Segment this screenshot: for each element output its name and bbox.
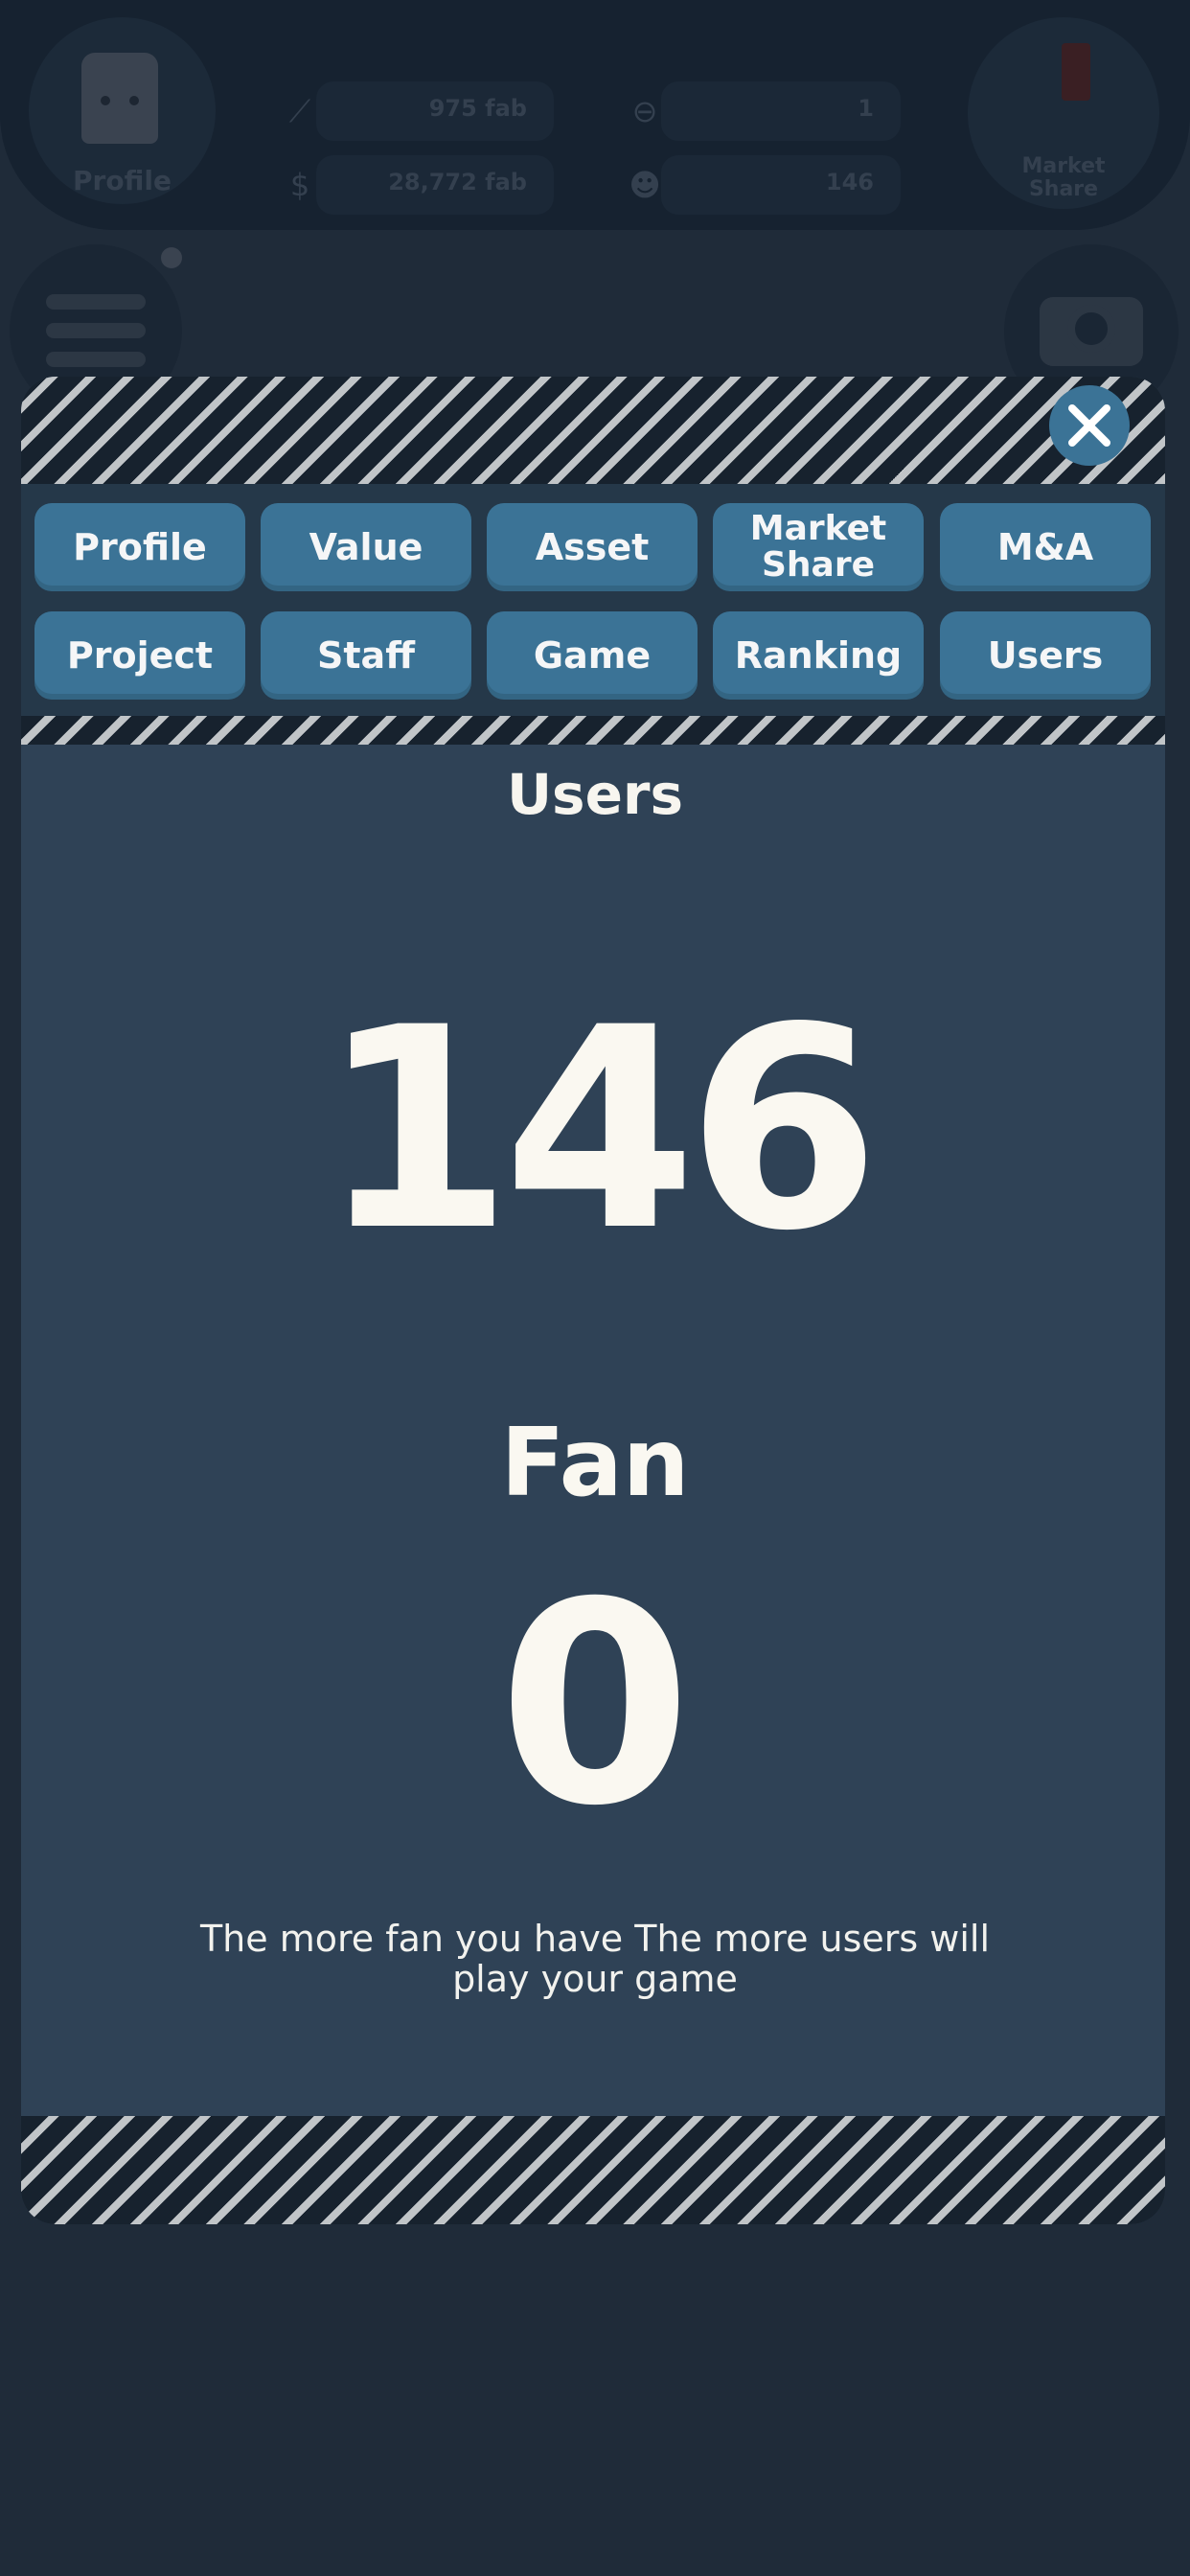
money-stat: $ 28,772 fab bbox=[290, 155, 554, 215]
hazard-stripe-bottom bbox=[21, 2116, 1165, 2224]
section-title: Users bbox=[506, 762, 684, 827]
tab-profile[interactable]: Profile bbox=[34, 503, 245, 591]
flag-icon bbox=[1062, 43, 1090, 101]
hazard-stripe-mid bbox=[21, 716, 1165, 745]
avatar-icon bbox=[81, 53, 158, 144]
fan-label: Fan bbox=[500, 1409, 690, 1518]
tab-users[interactable]: Users bbox=[940, 611, 1151, 700]
trend-icon: ⟋ bbox=[288, 93, 311, 129]
menu-bar bbox=[46, 294, 146, 310]
tab-m-and-a[interactable]: M&A bbox=[940, 503, 1151, 591]
users-stat: ☻ 146 bbox=[629, 155, 901, 215]
market-share-label: Market Share bbox=[1021, 154, 1106, 201]
company-value-stat: ⟋ 975 fab bbox=[289, 81, 554, 141]
users-icon: ☻ bbox=[629, 167, 661, 203]
hazard-stripe-top bbox=[21, 377, 1165, 484]
tab-staff[interactable]: Staff bbox=[261, 611, 471, 700]
close-button[interactable] bbox=[1049, 385, 1130, 466]
tab-value[interactable]: Value bbox=[261, 503, 471, 591]
menu-bar bbox=[46, 352, 146, 367]
fan-hint-text: The more fan you have The more users wil… bbox=[199, 1918, 991, 2000]
notification-dot bbox=[161, 247, 182, 268]
fan-count: 0 bbox=[498, 1544, 692, 1867]
profile-label: Profile bbox=[73, 165, 172, 196]
menu-bar bbox=[46, 323, 146, 338]
close-icon bbox=[1068, 404, 1110, 447]
gamepad-icon: ⊖ bbox=[631, 93, 658, 129]
tab-market-share[interactable]: Market Share bbox=[713, 503, 924, 591]
money-icon: $ bbox=[289, 167, 310, 203]
users-count: 146 bbox=[319, 969, 880, 1292]
tab-project[interactable]: Project bbox=[34, 611, 245, 700]
games-count-stat: ⊖ 1 bbox=[632, 81, 901, 141]
tab-asset[interactable]: Asset bbox=[487, 503, 698, 591]
camera-lens bbox=[1067, 305, 1115, 353]
tab-ranking[interactable]: Ranking bbox=[713, 611, 924, 700]
tab-game[interactable]: Game bbox=[487, 611, 698, 700]
